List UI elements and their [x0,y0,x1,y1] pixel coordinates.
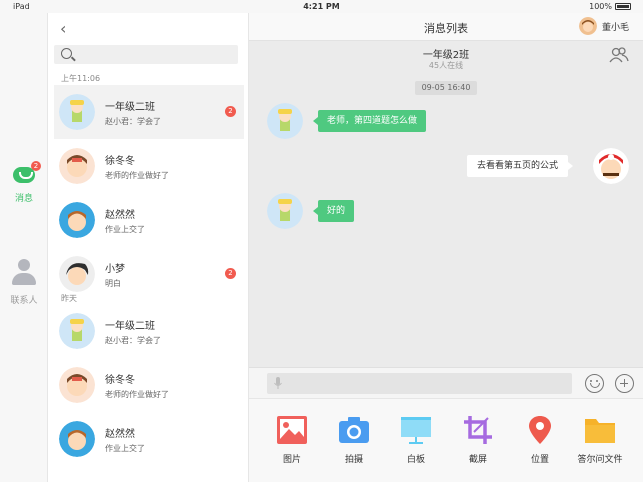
tool-location[interactable]: 位置 [509,415,571,465]
search-bar[interactable] [54,45,238,64]
conversation-name: 一年级二班 [105,321,155,332]
conversation-preview: 作业上交了 [105,444,145,453]
conversation-preview: 赵小君：学会了 [105,336,161,345]
back-chevron-icon[interactable]: ‹ [60,19,66,38]
avatar[interactable] [267,103,303,139]
conversation-list: ‹ 上午11:06 一年级二班 赵小君：学会了 2 徐冬冬 老师的作业做好了 赵… [48,13,249,482]
conversation-preview: 作业上交了 [105,225,145,234]
avatar [59,94,95,130]
conversation-name: 徐冬冬 [105,375,135,386]
user-name: 董小毛 [601,22,629,33]
conversation-name: 一年级二班 [105,102,155,113]
tool-label: 白板 [406,455,425,465]
message-bubble-incoming[interactable]: 好的 [312,200,355,222]
unread-badge: 2 [225,268,236,279]
conversation-preview: 赵小君：学会了 [105,117,161,126]
avatar [59,202,95,238]
location-icon [524,415,556,445]
rail-messages[interactable]: 2 消息 [0,161,48,204]
tool-file[interactable]: 答尔问文件 [569,415,631,465]
section-label-today: 上午11:06 [61,74,101,83]
section-label-yesterday: 昨天 [61,294,77,303]
battery-icon [615,3,631,10]
search-input[interactable] [78,47,228,62]
avatar [578,17,597,35]
list-item[interactable]: 赵然然 作业上交了 [54,412,244,466]
conversation-name: 徐冬冬 [105,156,135,167]
tool-camera[interactable]: 拍摄 [323,415,385,465]
message-icon: 2 [11,161,41,185]
rail-contacts-label: 联系人 [10,296,38,306]
whiteboard-icon [400,415,432,445]
messages-badge: 2 [31,161,41,171]
list-item[interactable]: 小梦 明白 2 [54,247,244,301]
tool-label: 拍摄 [344,455,363,465]
avatar[interactable] [267,193,303,229]
conversation-preview: 老师的作业做好了 [105,171,169,180]
camera-icon [338,415,370,445]
clock: 4:21 PM [303,2,340,11]
picture-icon [276,415,308,445]
tool-crop[interactable]: 截屏 [447,415,509,465]
group-online-count: 45人在线 [428,61,464,70]
tool-label: 位置 [530,455,549,465]
left-rail: 2 消息 联系人 [0,13,48,482]
message-bubble-outgoing[interactable]: 去看看第五页的公式 [467,155,574,177]
status-bar: iPad 4:21 PM 100% [0,0,643,13]
battery-percent: 100% [589,2,612,11]
list-item[interactable]: 徐冬冬 老师的作业做好了 [54,358,244,412]
folder-icon [584,415,616,445]
message-timestamp: 09-05 16:40 [415,81,477,95]
rail-contacts[interactable]: 联系人 [0,259,48,306]
avatar [59,148,95,184]
tool-label: 答尔问文件 [577,455,623,465]
conversation-name: 赵然然 [105,210,135,221]
list-item[interactable]: 徐冬冬 老师的作业做好了 [54,139,244,193]
conversation-preview: 老师的作业做好了 [105,390,169,399]
conversation-name: 小梦 [105,264,125,275]
unread-badge: 2 [225,106,236,117]
conversation-name: 赵然然 [105,429,135,440]
plus-icon[interactable] [615,374,634,393]
tool-whiteboard[interactable]: 白板 [385,415,447,465]
tool-label: 图片 [282,455,301,465]
message-bubble-incoming[interactable]: 老师，第四道题怎么做 [312,110,427,132]
avatar[interactable] [593,148,629,184]
avatar [59,256,95,292]
avatar [59,367,95,403]
avatar [59,421,95,457]
crop-icon [462,415,494,445]
search-icon [61,48,72,59]
group-name: 一年级2班 [422,50,470,61]
rail-messages-label: 消息 [14,194,33,204]
list-item[interactable]: 一年级二班 赵小君：学会了 [54,304,244,358]
input-bar [249,367,643,398]
chat-header: 消息列表 董小毛 [249,13,643,41]
list-item[interactable]: 赵然然 作业上交了 [54,193,244,247]
status-right: 100% [589,2,631,11]
chat-pane: 消息列表 董小毛 一年级2班 45人在线 09-05 16:40 老师，第四道题… [249,13,643,482]
emoji-icon[interactable] [585,374,604,393]
current-user[interactable]: 董小毛 [578,17,629,35]
tool-picture[interactable]: 图片 [261,415,323,465]
attachment-toolbar: 图片 拍摄 白板 截屏 位置 答尔问文件 [249,398,643,482]
microphone-icon[interactable] [274,377,282,390]
group-members-icon[interactable] [609,47,629,63]
tool-label: 截屏 [468,455,487,465]
person-icon [12,259,36,287]
list-item[interactable]: 一年级二班 赵小君：学会了 2 [54,85,244,139]
message-input[interactable] [267,373,572,394]
avatar [59,313,95,349]
conversation-preview: 明白 [105,279,121,288]
